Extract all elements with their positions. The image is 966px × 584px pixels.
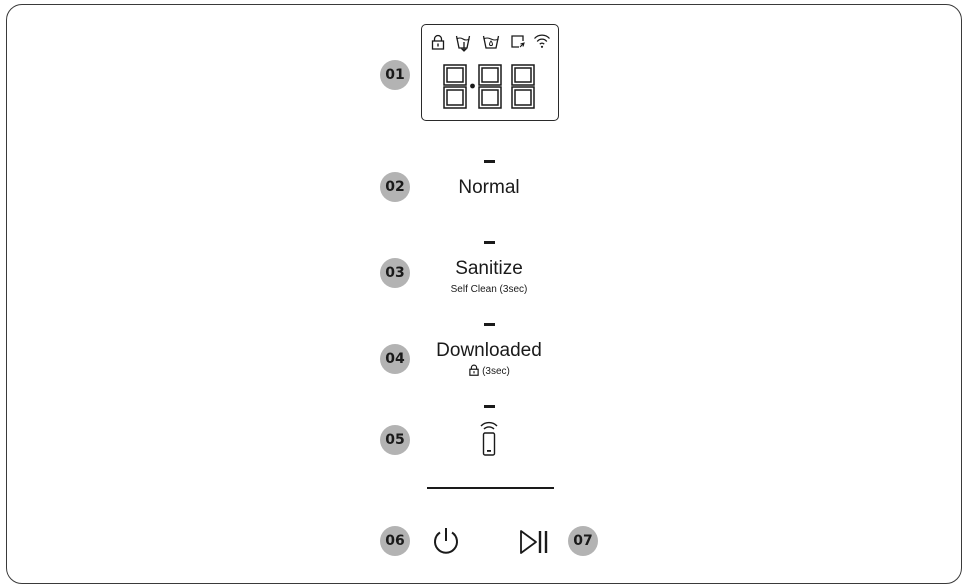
drain-icon — [455, 35, 471, 52]
downloaded-indicator — [484, 323, 495, 326]
sanitize-indicator — [484, 241, 495, 244]
normal-button-label[interactable]: Normal — [389, 177, 589, 199]
digits-readout — [443, 64, 535, 109]
lock-icon — [469, 364, 479, 376]
callout-06: 06 — [380, 526, 410, 556]
divider — [427, 487, 554, 489]
wifi-icon — [534, 34, 550, 48]
power-icon[interactable] — [431, 525, 461, 557]
lock-icon — [431, 34, 445, 50]
water-temp-icon — [482, 35, 500, 49]
play-pause-icon[interactable] — [519, 529, 549, 555]
downloaded-button-label[interactable]: Downloaded — [389, 340, 589, 362]
callout-07: 07 — [568, 526, 598, 556]
callout-01: 01 — [380, 60, 410, 90]
sanitize-button-label[interactable]: Sanitize — [389, 258, 589, 280]
child-lock-sublabel: (3sec) — [389, 364, 589, 377]
smart-control-icon — [511, 35, 525, 48]
child-lock-duration: (3sec) — [482, 366, 510, 377]
colon-dot — [470, 83, 475, 89]
callout-05: 05 — [380, 425, 410, 455]
lcd-display — [421, 24, 559, 121]
remote-phone-icon[interactable] — [478, 420, 500, 458]
self-clean-sublabel: Self Clean (3sec) — [450, 284, 528, 295]
smart-control-indicator — [484, 405, 495, 408]
normal-indicator — [484, 160, 495, 163]
